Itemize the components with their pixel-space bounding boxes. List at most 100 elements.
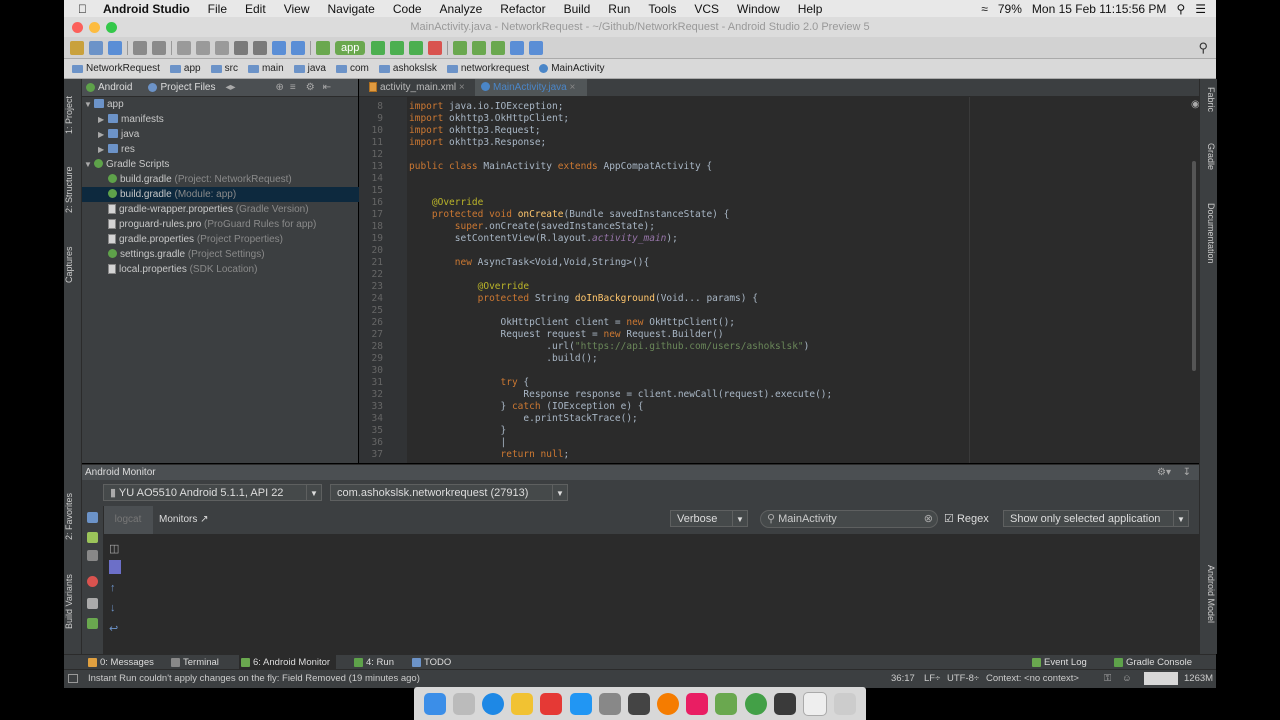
tree-item-gradle-wrapper[interactable]: gradle-wrapper.properties (Gradle Versio… xyxy=(82,202,384,217)
tree-item-manifests[interactable]: ▶ manifests xyxy=(82,112,374,127)
code-line[interactable]: super.onCreate(savedInstanceState); xyxy=(409,221,655,232)
system-info-icon[interactable] xyxy=(87,550,98,561)
system-preferences-icon[interactable] xyxy=(598,692,621,715)
android-icon[interactable] xyxy=(87,618,98,629)
find-icon[interactable] xyxy=(234,40,248,55)
clear-logcat-icon[interactable]: ◫ xyxy=(109,542,119,555)
line-separator[interactable]: LF÷ xyxy=(924,670,940,688)
tree-item-build-gradle-project[interactable]: build.gradle (Project: NetworkRequest) xyxy=(82,172,384,187)
slack-icon[interactable] xyxy=(686,692,709,715)
zoom-window-button[interactable] xyxy=(106,22,117,33)
down-arrow-icon[interactable]: ↓ xyxy=(110,602,116,614)
hector-icon[interactable]: ☺ xyxy=(1122,670,1132,688)
app-menu[interactable]: Android Studio xyxy=(103,2,190,16)
code-line[interactable]: @Override xyxy=(409,281,529,292)
filter-select[interactable]: Show only selected application ▼ xyxy=(1003,510,1189,527)
redo-icon[interactable] xyxy=(152,40,166,55)
logcat-search-input[interactable]: ⚲ MainActivity ⊗ xyxy=(760,510,938,528)
gear-icon[interactable]: ⚙ xyxy=(306,82,315,93)
code-line[interactable]: } xyxy=(409,425,507,436)
process-select[interactable]: com.ashokslsk.networkrequest (27913) ▼ xyxy=(330,484,568,501)
tool-tab-run[interactable]: 4: Run xyxy=(352,655,394,670)
save-icon[interactable] xyxy=(89,40,103,55)
code-line[interactable]: protected String doInBackground(Void... … xyxy=(409,293,758,304)
run-icon[interactable] xyxy=(371,40,386,55)
code-line[interactable]: import okhttp3.Response; xyxy=(409,137,546,148)
screen-record-icon[interactable] xyxy=(87,532,98,543)
android-device-monitor-icon[interactable] xyxy=(491,40,506,55)
tool-tab-gradle-console[interactable]: Gradle Console xyxy=(1112,655,1192,670)
replace-icon[interactable] xyxy=(253,40,267,55)
menu-navigate[interactable]: Navigate xyxy=(327,2,374,16)
tool-tab-fabric[interactable]: Fabric xyxy=(1202,87,1216,137)
tool-tab-favorites[interactable]: 2: Favorites xyxy=(64,484,81,549)
breadcrumb-item[interactable]: com xyxy=(336,63,369,74)
code-line[interactable]: | xyxy=(409,437,507,448)
firefox-icon[interactable] xyxy=(657,692,680,715)
search-everywhere-icon[interactable]: ⚲ xyxy=(1198,40,1208,56)
tab-main-activity-java[interactable]: MainActivity.java × xyxy=(475,79,587,96)
editor-scrollbar[interactable] xyxy=(1192,161,1196,371)
code-line[interactable]: Response response = client.newCall(reque… xyxy=(409,389,832,400)
tab-monitors[interactable]: Monitors ↗ xyxy=(159,506,209,534)
code-line[interactable]: setContentView(R.layout.activity_main); xyxy=(409,233,678,244)
context-indicator[interactable]: Context: <no context> xyxy=(986,670,1079,688)
tool-tab-android-model[interactable]: Android Model xyxy=(1202,565,1216,645)
code-line[interactable]: new AsyncTask<Void,Void,String>(){ xyxy=(409,257,649,268)
menu-window[interactable]: Window xyxy=(737,2,780,16)
breadcrumb-item[interactable]: networkrequest xyxy=(446,63,529,74)
notes-icon[interactable] xyxy=(511,692,534,715)
clock[interactable]: Mon 15 Feb 11:15:56 PM xyxy=(1032,2,1167,16)
collapse-all-icon[interactable]: ≡ xyxy=(290,82,296,93)
finder-icon[interactable] xyxy=(423,692,446,715)
tree-item-gradle-scripts[interactable]: ▼ Gradle Scripts xyxy=(82,157,360,172)
hide-panel-icon[interactable]: ↧ xyxy=(1183,465,1191,481)
tool-tab-todo[interactable]: TODO xyxy=(410,655,451,670)
collapse-arrow-icon[interactable]: ▶ xyxy=(98,127,108,142)
sync-icon[interactable] xyxy=(108,40,122,55)
debug-icon[interactable] xyxy=(390,40,405,55)
breadcrumb-item[interactable]: MainActivity xyxy=(539,63,605,74)
expand-arrow-icon[interactable]: ▼ xyxy=(84,157,94,172)
status-message[interactable]: Instant Run couldn't apply changes on th… xyxy=(88,670,420,688)
clear-search-icon[interactable]: ⊗ xyxy=(924,511,933,527)
memory-indicator-bar[interactable] xyxy=(1144,672,1178,685)
file-encoding[interactable]: UTF-8÷ xyxy=(947,670,979,688)
collapse-arrow-icon[interactable]: ▶ xyxy=(98,112,108,127)
help-icon[interactable] xyxy=(87,598,98,609)
up-arrow-icon[interactable]: ↑ xyxy=(110,582,116,594)
run-config-select[interactable]: app xyxy=(335,40,366,55)
tool-tab-project[interactable]: 1: Project xyxy=(64,85,81,145)
code-line[interactable]: try { xyxy=(409,377,530,388)
project-view-mode[interactable]: Android xyxy=(98,82,132,93)
breadcrumb-item[interactable]: NetworkRequest xyxy=(72,63,160,74)
minimize-window-button[interactable] xyxy=(89,22,100,33)
tool-tab-terminal[interactable]: Terminal xyxy=(169,655,219,670)
breadcrumb-item[interactable]: ashokslsk xyxy=(378,63,437,74)
terminate-app-icon[interactable] xyxy=(87,576,98,587)
avd-manager-icon[interactable] xyxy=(453,40,468,55)
lock-icon[interactable]: ⚿ xyxy=(1104,670,1111,688)
collapse-arrow-icon[interactable]: ▶ xyxy=(98,142,108,157)
make-project-icon[interactable] xyxy=(316,40,330,55)
undo-icon[interactable] xyxy=(133,40,147,55)
stop-icon[interactable] xyxy=(428,40,443,55)
tree-item-res[interactable]: ▶ res xyxy=(82,142,374,157)
menu-refactor[interactable]: Refactor xyxy=(500,2,545,16)
help-icon[interactable] xyxy=(529,40,544,55)
close-tab-icon[interactable]: × xyxy=(570,82,576,93)
forward-icon[interactable] xyxy=(291,40,305,55)
tree-item-java[interactable]: ▶ java xyxy=(82,127,374,142)
tree-item-local-properties[interactable]: local.properties (SDK Location) xyxy=(82,262,384,277)
tool-windows-icon[interactable] xyxy=(68,674,78,683)
project-files-tab[interactable]: Project Files xyxy=(160,82,215,93)
regex-checkbox[interactable]: ☑ Regex xyxy=(944,512,989,525)
chrome-icon[interactable] xyxy=(744,692,767,715)
code-line[interactable]: e.printStackTrace(); xyxy=(409,413,637,424)
tool-tab-structure[interactable]: 2: Structure xyxy=(64,155,81,225)
spotlight-icon[interactable]: ⚲ xyxy=(1176,2,1185,16)
logcat-output[interactable]: ◫ ↑ ↓ ↩ xyxy=(103,534,1199,654)
scroll-from-source-icon[interactable]: ⊕ xyxy=(276,82,284,93)
menu-edit[interactable]: Edit xyxy=(245,2,266,16)
tree-item-settings-gradle[interactable]: settings.gradle (Project Settings) xyxy=(82,247,384,262)
